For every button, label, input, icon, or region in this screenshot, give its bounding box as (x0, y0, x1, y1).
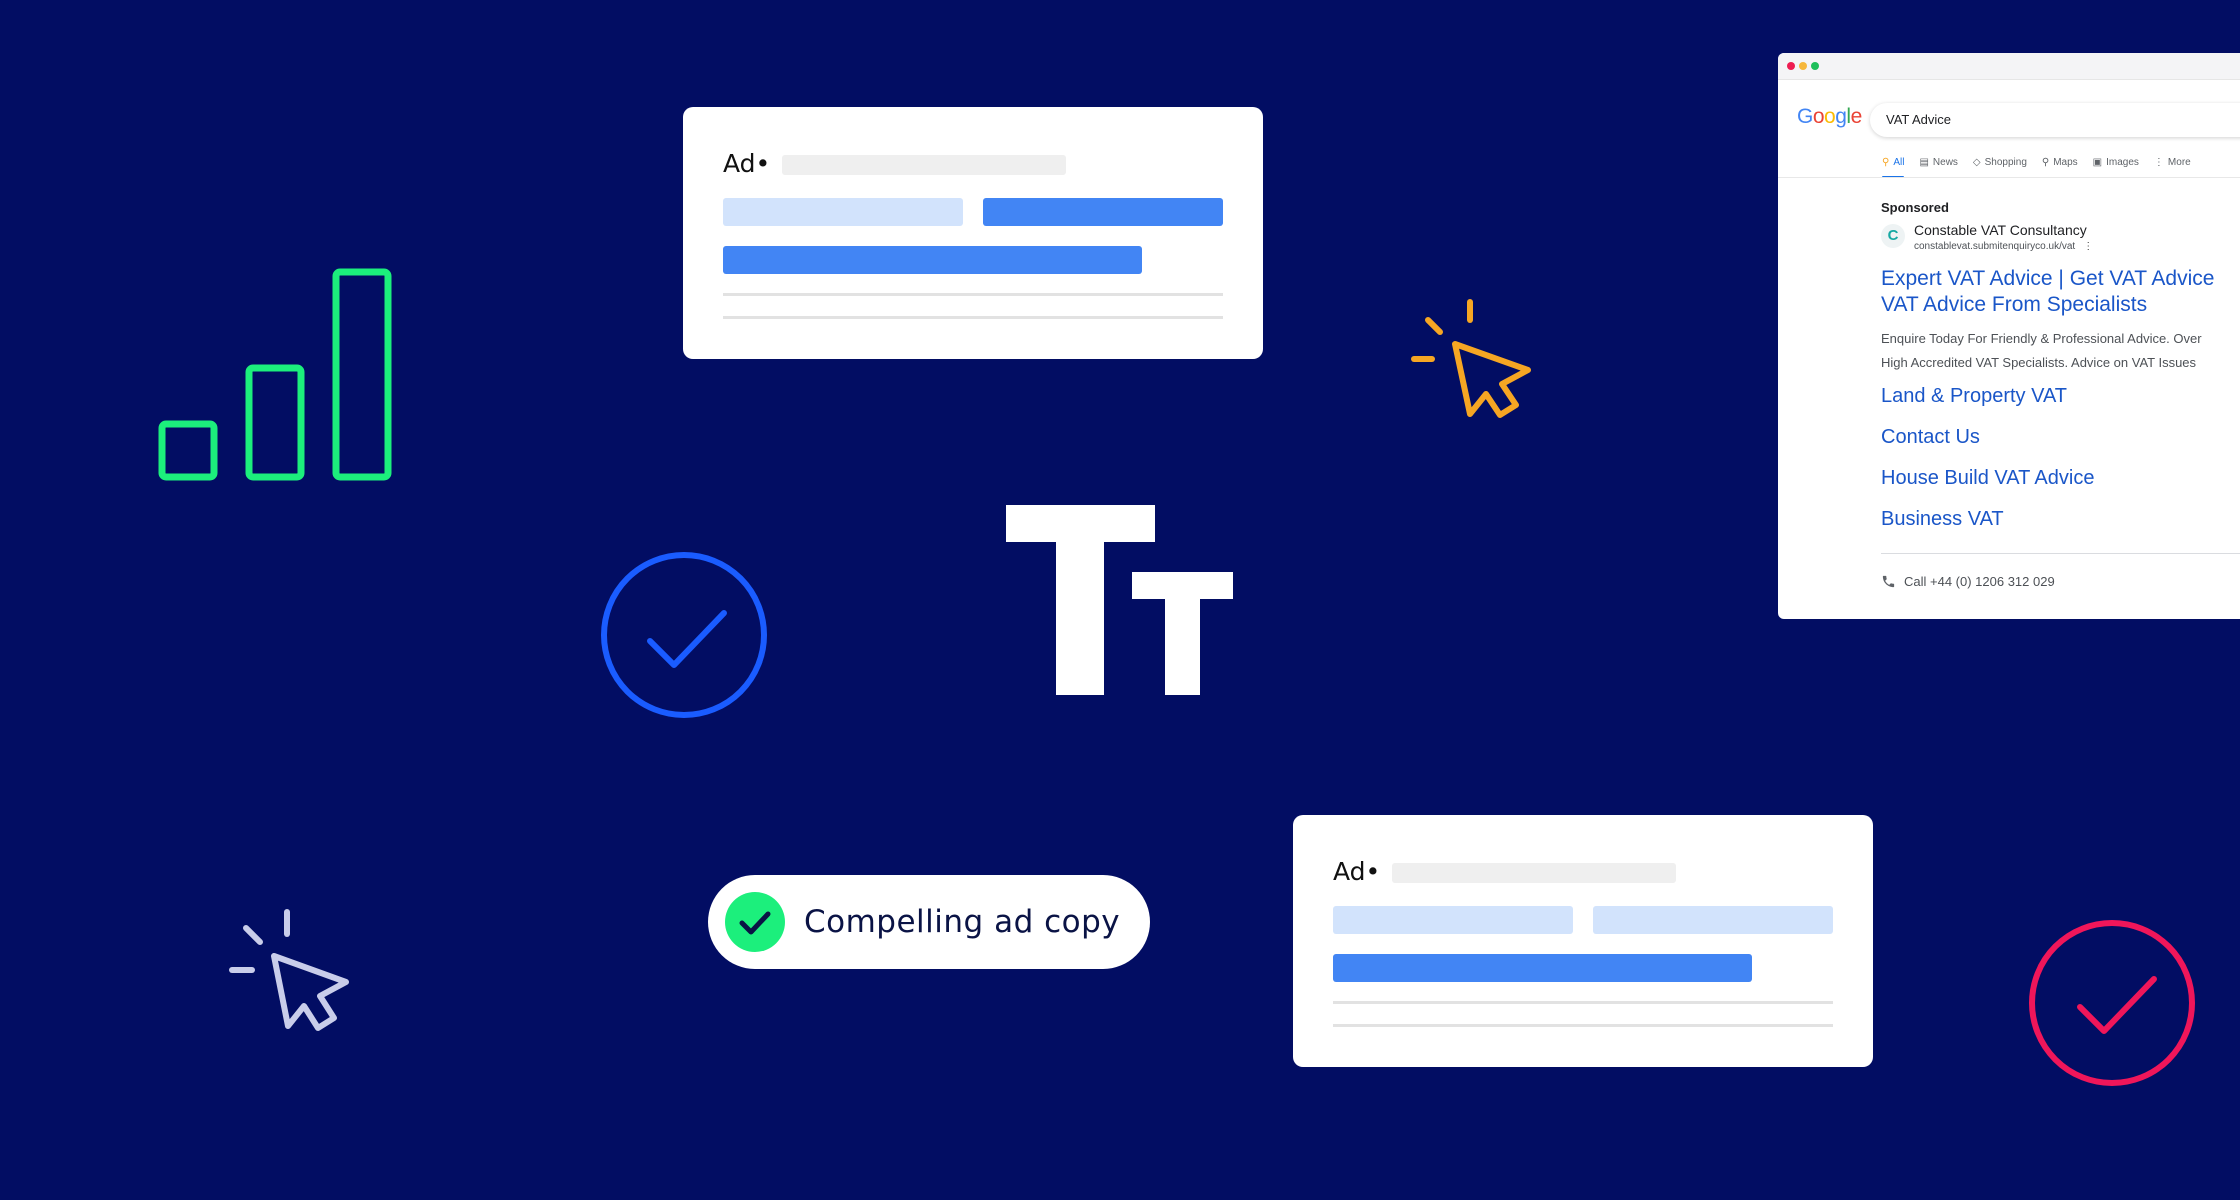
ad-description-line: High Accredited VAT Specialists. Advice … (1881, 355, 2197, 370)
maximize-dot[interactable] (1811, 62, 1819, 70)
tab-label: News (1932, 156, 1958, 168)
logo-letter: G (1797, 105, 1813, 128)
call-text: Call +44 (0) 1206 312 029 (1904, 574, 2055, 589)
browser-window: Google VAT Advice ⚲ All ▤ News ◇ Shopping ⚲… (1778, 53, 2240, 619)
google-logo[interactable]: Google (1797, 105, 1862, 129)
tab-label: All (1893, 156, 1905, 168)
ad-description: Enquire Today For Friendly & Professiona… (1881, 327, 2202, 375)
ad-headline-placeholder-2 (1593, 906, 1833, 934)
ad-description-line: Enquire Today For Friendly & Professiona… (1881, 331, 2202, 346)
ad-url-placeholder (1392, 863, 1676, 883)
tt-small-t-stem (1165, 598, 1200, 695)
tab-label: Images (2106, 156, 2139, 168)
ad-description-line (1333, 1024, 1833, 1027)
ad-url[interactable]: constablevat.submitenquiryco.uk/vat ⋮ (1914, 241, 2093, 252)
ad-description-line (1333, 1001, 1833, 1004)
news-icon: ▤ (1919, 156, 1929, 168)
tab-label: More (2167, 156, 2191, 168)
check-icon (725, 892, 785, 952)
browser-titlebar (1778, 53, 2240, 80)
tab-news[interactable]: ▤ News (1919, 152, 1957, 172)
tab-more[interactable]: ⋮ More (2154, 152, 2191, 172)
ad-headline-placeholder-1 (1333, 906, 1573, 934)
search-icon: ⚲ (1882, 156, 1890, 168)
more-vertical-icon: ⋮ (2153, 156, 2164, 168)
badge-label: Compelling ad copy (804, 904, 1121, 940)
map-pin-icon: ⚲ (2041, 156, 2050, 168)
tt-large-t-bar (1006, 505, 1155, 542)
ad-description-line (723, 316, 1223, 319)
bar-chart-icon (158, 268, 392, 481)
advertiser-name[interactable]: Constable VAT Consultancy (1914, 222, 2087, 238)
ad-card-bottom: Ad• (1293, 815, 1873, 1067)
ad-url-placeholder (782, 155, 1066, 175)
search-input[interactable]: VAT Advice (1870, 103, 2240, 137)
bar-medium (245, 364, 305, 481)
image-icon: ▣ (2092, 156, 2103, 168)
logo-letter: o (1812, 105, 1825, 128)
ad-label: Ad• (1333, 857, 1381, 886)
compelling-ad-copy-badge: Compelling ad copy (708, 875, 1150, 969)
ad-url-text: constablevat.submitenquiryco.uk/vat (1914, 241, 2076, 252)
sitelink[interactable]: Land & Property VAT (1881, 385, 2067, 408)
check-circle-icon (2029, 920, 2195, 1086)
advertiser-favicon: C (1881, 224, 1905, 248)
logo-letter: e (1850, 105, 1863, 128)
check-circle-icon (601, 552, 767, 718)
more-options-icon[interactable]: ⋮ (2083, 241, 2093, 252)
tab-label: Shopping (1984, 156, 2027, 168)
cursor-click-icon (1411, 299, 1531, 418)
tab-label: Maps (2053, 156, 2078, 168)
sitelink[interactable]: Contact Us (1881, 426, 1980, 449)
tab-maps[interactable]: ⚲ Maps (2042, 152, 2078, 172)
phone-icon (1882, 575, 1895, 588)
tag-icon: ◇ (1972, 156, 1981, 168)
tt-large-t-stem (1056, 540, 1104, 695)
tab-shopping[interactable]: ◇ Shopping (1973, 152, 2027, 172)
sitelink[interactable]: Business VAT (1881, 508, 2004, 531)
ad-headline-line: Expert VAT Advice | Get VAT Advice (1881, 267, 2215, 290)
minimize-dot[interactable] (1799, 62, 1807, 70)
ad-headline-placeholder-1 (723, 198, 963, 226)
ad-headline[interactable]: Expert VAT Advice | Get VAT Advice VAT A… (1881, 266, 2214, 318)
search-query: VAT Advice (1886, 112, 1952, 127)
call-extension[interactable]: Call +44 (0) 1206 312 029 (1881, 574, 2055, 589)
bar-small (158, 420, 218, 481)
search-tabs: ⚲ All ▤ News ◇ Shopping ⚲ Maps ▣ Images ⋮ More (1882, 152, 2191, 178)
ad-label: Ad• (723, 149, 771, 178)
tt-small-t-bar (1132, 572, 1233, 599)
cursor-click-icon (229, 909, 349, 1031)
tab-images[interactable]: ▣ Images (2093, 152, 2139, 172)
sponsored-label: Sponsored (1881, 200, 1949, 215)
close-dot[interactable] (1787, 62, 1795, 70)
ad-headline-line: VAT Advice From Specialists (1881, 293, 2148, 316)
sitelink[interactable]: House Build VAT Advice (1881, 467, 2094, 490)
logo-letter: o (1824, 105, 1836, 128)
divider (1881, 553, 2240, 554)
ad-headline-placeholder-3 (723, 246, 1142, 274)
tab-all[interactable]: ⚲ All (1882, 152, 1905, 178)
ad-card-top: Ad• (683, 107, 1263, 359)
divider (1778, 177, 2240, 178)
ad-headline-placeholder-2 (983, 198, 1223, 226)
ad-description-line (723, 293, 1223, 296)
logo-letter: g (1835, 105, 1847, 128)
bar-tall (332, 268, 392, 481)
ad-headline-placeholder-3 (1333, 954, 1752, 982)
